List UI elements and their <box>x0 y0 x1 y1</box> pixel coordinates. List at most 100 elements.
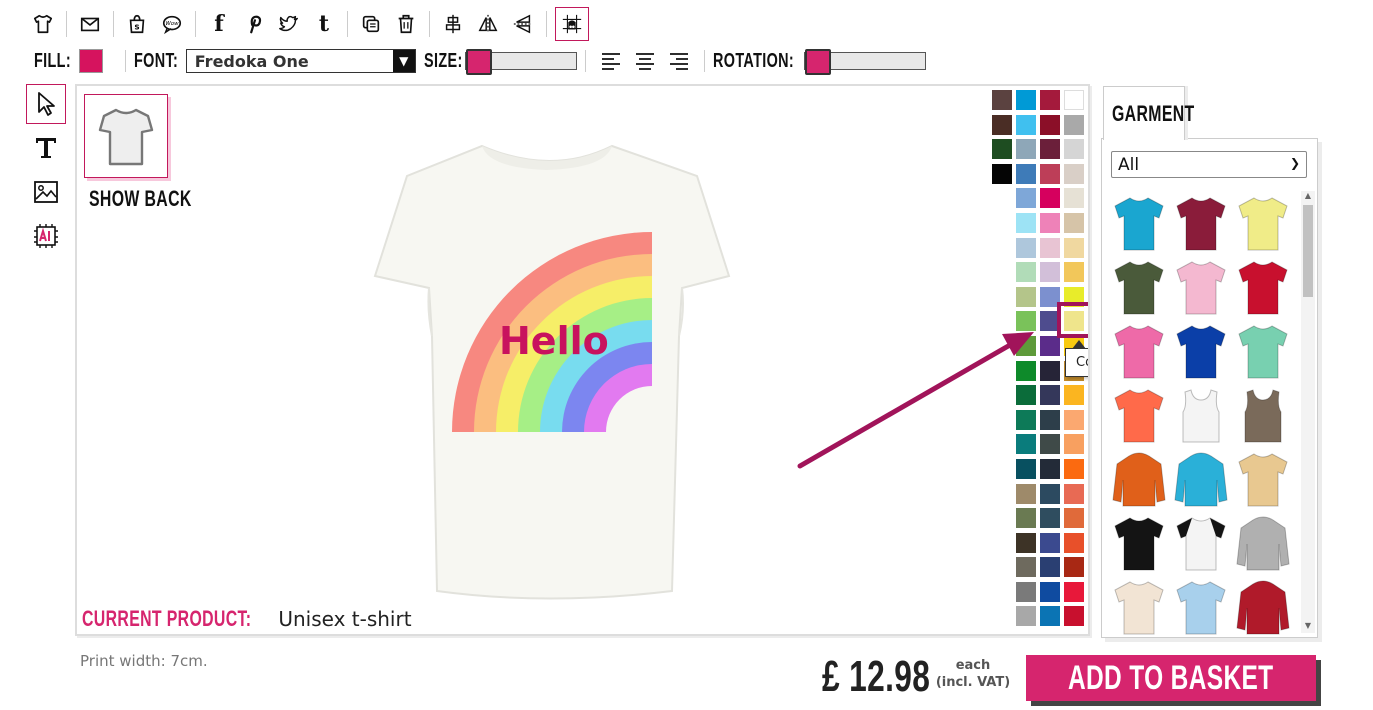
color-swatch[interactable] <box>1064 409 1084 430</box>
show-back-label[interactable]: SHOW BACK <box>89 186 192 212</box>
garment-scrollbar[interactable]: ▲ ▼ <box>1301 191 1315 633</box>
color-swatch[interactable] <box>1016 237 1036 258</box>
color-swatch[interactable] <box>1016 434 1036 455</box>
color-swatch[interactable] <box>1064 581 1084 602</box>
twitter-icon[interactable] <box>274 9 304 39</box>
color-swatch[interactable] <box>992 90 1012 110</box>
garment-tshirt-black[interactable] <box>1108 511 1170 575</box>
garment-varsity-jacket-red[interactable] <box>1232 575 1294 639</box>
garment-hoodie-turquoise[interactable] <box>1170 447 1232 511</box>
garment-tshirt-tie-dye[interactable] <box>1232 447 1294 511</box>
color-swatch[interactable] <box>992 163 1012 184</box>
color-swatch[interactable] <box>1016 286 1036 307</box>
color-swatch[interactable] <box>1064 434 1084 455</box>
email-icon[interactable] <box>75 9 105 39</box>
speech-bubble-icon[interactable]: Wow <box>157 9 187 39</box>
color-swatch[interactable] <box>1016 360 1036 381</box>
show-back-thumbnail[interactable] <box>84 94 168 178</box>
color-swatch[interactable] <box>1040 606 1060 627</box>
color-swatch[interactable] <box>1064 458 1084 479</box>
scrollbar-thumb[interactable] <box>1303 205 1313 297</box>
add-to-basket-button[interactable]: ADD TO BASKET <box>1026 655 1316 701</box>
facebook-icon[interactable]: f <box>204 9 234 39</box>
design-canvas[interactable]: SHOW BACK Hello CURRENT PRODUCT: Unisex … <box>75 84 1090 636</box>
color-swatch[interactable] <box>1040 212 1060 233</box>
color-swatch[interactable] <box>1040 237 1060 258</box>
color-swatch[interactable] <box>1040 532 1060 553</box>
color-swatch[interactable] <box>1016 262 1036 283</box>
garment-tshirt-light-pink[interactable] <box>1170 255 1232 319</box>
color-swatch[interactable] <box>1064 508 1084 529</box>
garment-hoodie-grey[interactable] <box>1232 511 1294 575</box>
align-center-vertical-icon[interactable] <box>438 9 468 39</box>
garment-tshirt-yellow[interactable] <box>1232 191 1294 255</box>
color-swatch[interactable] <box>1064 237 1084 258</box>
delete-icon[interactable] <box>391 9 421 39</box>
color-swatch[interactable] <box>1040 581 1060 602</box>
pinterest-icon[interactable] <box>239 9 269 39</box>
grid-preview-icon[interactable] <box>555 7 589 41</box>
tab-garment[interactable]: GARMENT <box>1103 86 1194 140</box>
color-swatch[interactable] <box>1040 114 1060 135</box>
color-swatch[interactable] <box>1064 114 1084 135</box>
garment-raglan-black-white[interactable] <box>1170 511 1232 575</box>
scroll-up-icon[interactable]: ▲ <box>1301 191 1315 203</box>
rotation-slider[interactable] <box>804 49 927 75</box>
color-swatch[interactable] <box>1040 335 1060 356</box>
align-right-icon[interactable] <box>666 48 692 74</box>
color-swatch[interactable] <box>1064 90 1084 110</box>
garment-tshirt-cream[interactable] <box>1108 575 1170 639</box>
garment-filter-select[interactable]: All ❯ <box>1111 151 1307 178</box>
color-swatch[interactable] <box>1016 385 1036 406</box>
color-swatch[interactable] <box>1016 114 1036 135</box>
garment-tshirt-pink[interactable] <box>1108 319 1170 383</box>
color-swatch[interactable] <box>1040 508 1060 529</box>
color-swatch[interactable] <box>1064 262 1084 283</box>
flip-horizontal-icon[interactable] <box>473 9 503 39</box>
color-swatch[interactable] <box>1064 212 1084 233</box>
color-swatch[interactable] <box>1040 163 1060 184</box>
text-tool-icon[interactable] <box>26 128 66 168</box>
color-swatch[interactable] <box>1016 212 1036 233</box>
garment-vest-brown[interactable] <box>1232 383 1294 447</box>
color-swatch[interactable] <box>1016 311 1036 332</box>
hello-text[interactable]: Hello <box>499 319 609 363</box>
garment-tshirt-coral[interactable] <box>1108 383 1170 447</box>
color-swatch[interactable] <box>1064 188 1084 209</box>
size-slider-thumb[interactable] <box>466 49 493 75</box>
font-select[interactable]: Fredoka One ▼ <box>185 49 416 73</box>
color-swatch[interactable] <box>1040 483 1060 504</box>
ai-tool-icon[interactable] <box>26 216 66 256</box>
color-swatch[interactable] <box>1040 557 1060 578</box>
color-swatch[interactable] <box>1016 139 1036 160</box>
color-swatch[interactable] <box>1016 458 1036 479</box>
color-swatch[interactable] <box>1016 90 1036 110</box>
size-slider[interactable] <box>465 49 578 75</box>
color-swatch[interactable] <box>992 114 1012 135</box>
color-swatch[interactable] <box>1064 483 1084 504</box>
color-swatch[interactable] <box>1016 163 1036 184</box>
color-swatch[interactable] <box>1016 557 1036 578</box>
color-swatch[interactable] <box>1016 581 1036 602</box>
color-swatch[interactable] <box>1064 139 1084 160</box>
color-swatch[interactable] <box>1040 434 1060 455</box>
color-swatch[interactable] <box>1040 139 1060 160</box>
color-swatch[interactable] <box>1016 409 1036 430</box>
shop-bag-icon[interactable]: S <box>122 9 152 39</box>
garment-tshirt-turquoise[interactable] <box>1108 191 1170 255</box>
scroll-down-icon[interactable]: ▼ <box>1301 621 1315 633</box>
fill-color-swatch[interactable] <box>79 49 104 73</box>
image-tool-icon[interactable] <box>26 172 66 212</box>
color-swatch[interactable] <box>1064 385 1084 406</box>
garment-vest-white[interactable] <box>1170 383 1232 447</box>
color-swatch[interactable] <box>992 139 1012 160</box>
color-swatch[interactable] <box>1016 188 1036 209</box>
align-center-icon[interactable] <box>632 48 658 74</box>
garment-tshirt-dip-dye-blue[interactable] <box>1170 575 1232 639</box>
color-swatch[interactable] <box>1064 557 1084 578</box>
duplicate-icon[interactable] <box>356 9 386 39</box>
color-swatch[interactable] <box>1040 188 1060 209</box>
color-swatch[interactable] <box>1040 458 1060 479</box>
align-left-icon[interactable] <box>598 48 624 74</box>
color-swatch[interactable] <box>1016 606 1036 627</box>
